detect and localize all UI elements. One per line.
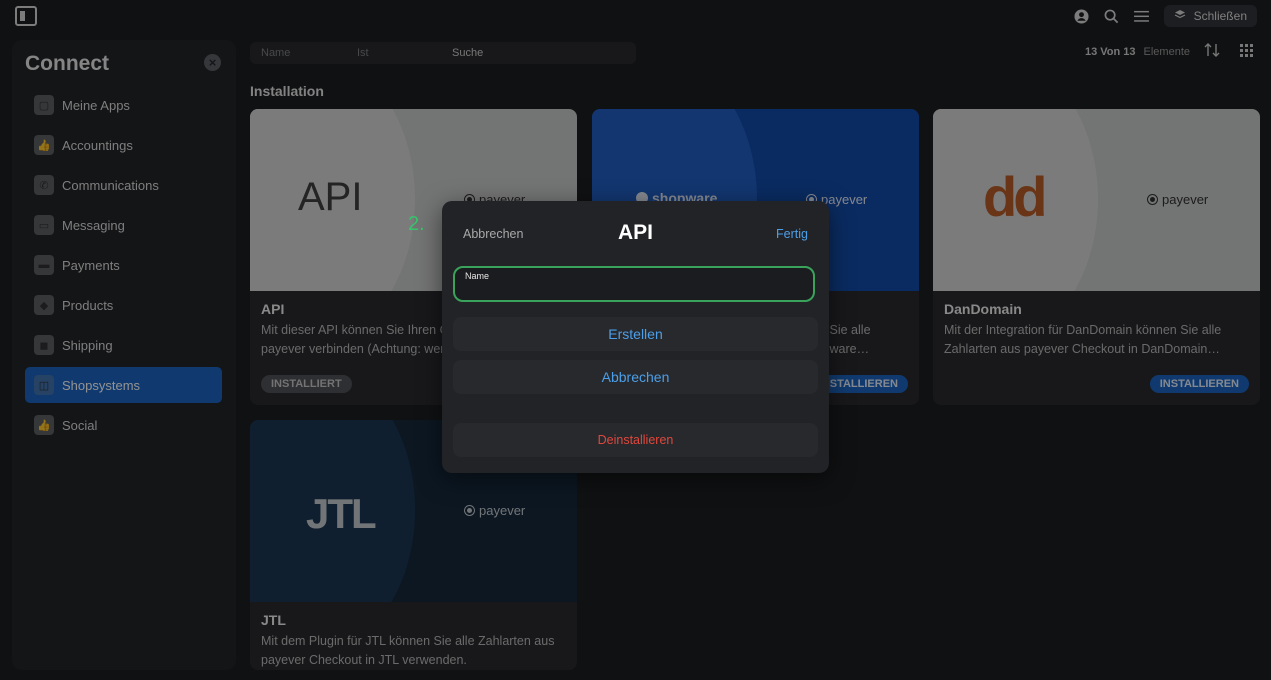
uninstall-button[interactable]: Deinstallieren: [453, 423, 818, 457]
api-modal: API Abbrechen Fertig Name Erstellen Abbr…: [442, 201, 829, 473]
name-field-label: Name: [465, 271, 490, 281]
create-button[interactable]: Erstellen: [453, 317, 818, 351]
name-input[interactable]: [465, 282, 795, 298]
abort-button[interactable]: Abbrechen: [453, 360, 818, 394]
modal-cancel-link[interactable]: Abbrechen: [463, 227, 523, 241]
app-root: Schließen Connect × ▢ Meine Apps 👍 Account…: [0, 0, 1271, 680]
name-field[interactable]: Name: [453, 266, 815, 302]
modal-done-link[interactable]: Fertig: [776, 227, 808, 241]
step-marker: 2.: [408, 213, 425, 235]
